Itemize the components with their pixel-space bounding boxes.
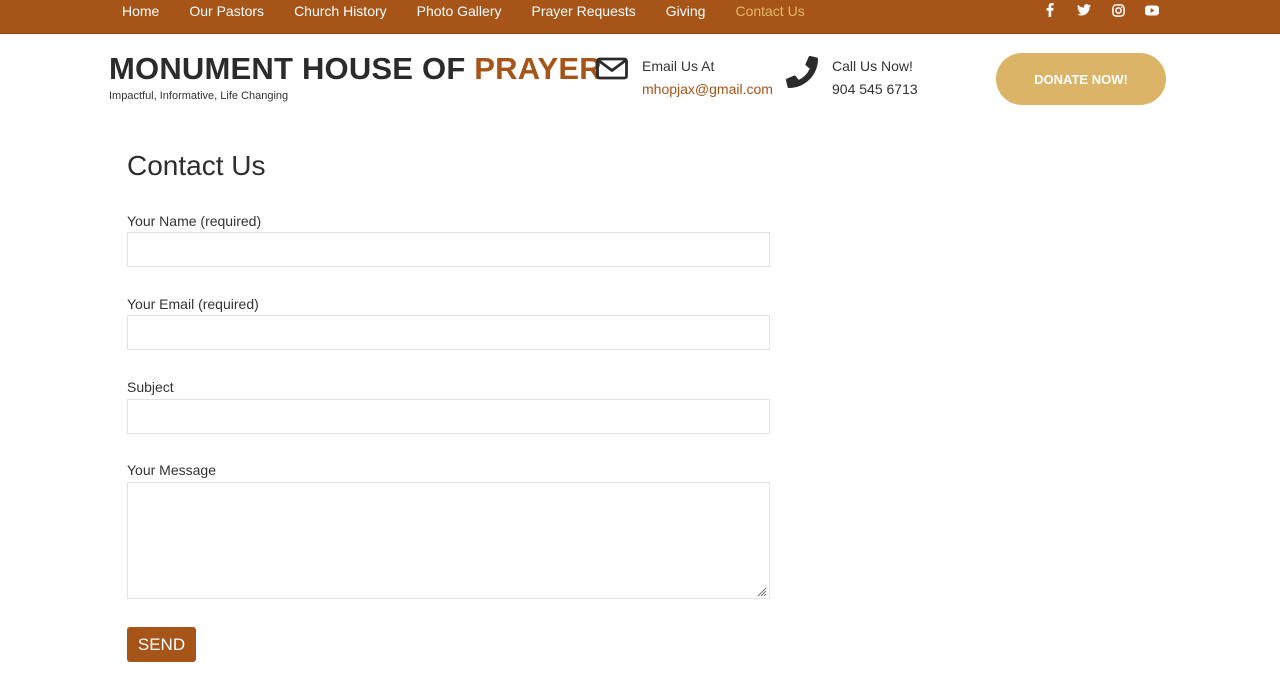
message-label: Your Message	[127, 462, 216, 478]
nav-item-photo-gallery[interactable]: Photo Gallery	[417, 1, 502, 21]
nav-item-our-pastors[interactable]: Our Pastors	[189, 1, 264, 21]
phone-number[interactable]: 904 545 6713	[832, 78, 918, 101]
send-button[interactable]: SEND	[127, 627, 196, 662]
nav-item-home[interactable]: Home	[122, 1, 159, 21]
nav-item-contact-us[interactable]: Contact Us	[735, 1, 804, 21]
youtube-icon[interactable]	[1144, 2, 1160, 18]
site-title-main: MONUMENT HOUSE OF	[109, 51, 475, 86]
nav-item-prayer-requests[interactable]: Prayer Requests	[531, 1, 635, 21]
donate-button[interactable]: DONATE NOW!	[996, 53, 1166, 105]
main-nav: Home Our Pastors Church History Photo Ga…	[122, 0, 835, 22]
site-brand[interactable]: MONUMENT HOUSE OF PRAYER Impactful, Info…	[109, 50, 602, 102]
site-title: MONUMENT HOUSE OF PRAYER	[109, 50, 602, 88]
page-title: Contact Us	[127, 150, 266, 181]
email-field[interactable]	[127, 315, 770, 350]
email-label: Email Us At	[642, 58, 715, 74]
subject-field[interactable]	[127, 399, 770, 434]
envelope-icon	[596, 55, 628, 86]
phone-icon	[786, 55, 818, 94]
resize-handle-icon[interactable]	[755, 584, 767, 597]
social-links	[1024, 2, 1160, 18]
site-title-accent: PRAYER	[474, 51, 602, 86]
email-contact: Email Us At mhopjax@gmail.com	[596, 55, 773, 101]
facebook-icon[interactable]	[1042, 2, 1058, 18]
message-field[interactable]	[127, 482, 770, 599]
phone-label: Call Us Now!	[832, 58, 913, 74]
instagram-icon[interactable]	[1110, 2, 1126, 18]
twitter-icon[interactable]	[1076, 2, 1092, 18]
email-label-form: Your Email (required)	[127, 296, 259, 312]
nav-item-giving[interactable]: Giving	[666, 1, 706, 21]
top-navigation-bar: Home Our Pastors Church History Photo Ga…	[0, 0, 1280, 34]
email-address-link[interactable]: mhopjax@gmail.com	[642, 78, 773, 101]
name-label: Your Name (required)	[127, 213, 262, 229]
name-field[interactable]	[127, 232, 770, 267]
site-tagline: Impactful, Informative, Life Changing	[109, 90, 289, 102]
phone-contact: Call Us Now! 904 545 6713	[786, 55, 918, 101]
subject-label: Subject	[127, 379, 174, 395]
nav-item-church-history[interactable]: Church History	[294, 1, 387, 21]
